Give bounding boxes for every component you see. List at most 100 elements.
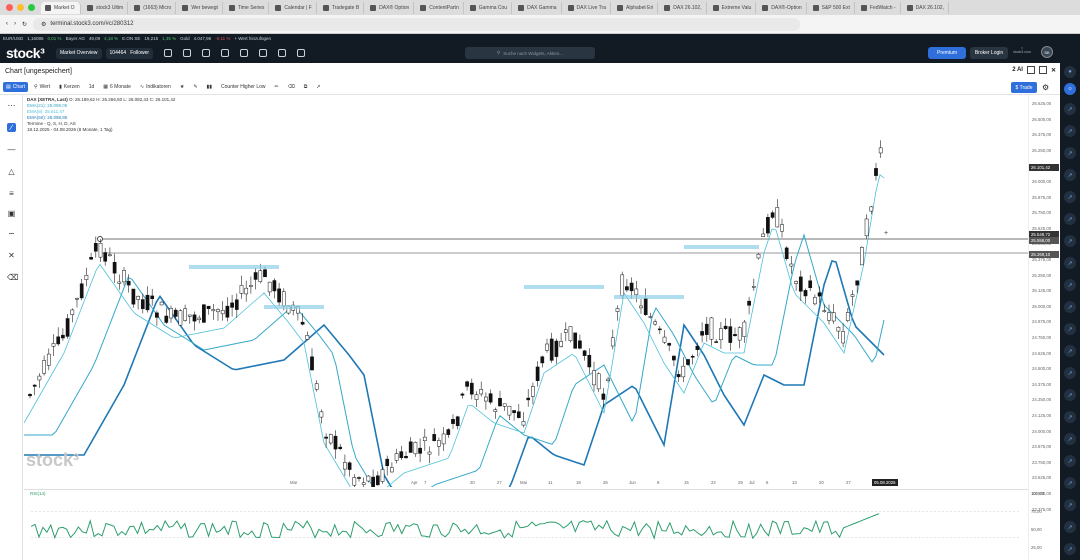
list-icon[interactable] xyxy=(278,49,287,57)
sidebar-arrow-icon[interactable]: ↗ xyxy=(1064,125,1076,137)
fibonacci-icon[interactable]: ≡ xyxy=(7,189,16,198)
ticker-name[interactable]: Gold xyxy=(180,36,190,41)
sidebar-arrow-icon[interactable]: ↗ xyxy=(1064,455,1076,467)
browser-tab[interactable]: DAX®-Option xyxy=(758,1,807,14)
eye-icon[interactable] xyxy=(221,49,230,57)
sidebar-arrow-icon[interactable]: ↗ xyxy=(1064,499,1076,511)
close-icon[interactable]: ✕ xyxy=(1051,67,1056,74)
url-field[interactable]: ⚙ terminal.stock3.com/#c/280312 xyxy=(33,17,800,31)
maximize-icon[interactable] xyxy=(1038,66,1047,74)
gear-icon[interactable]: ⚙ xyxy=(1042,83,1049,92)
candles-button[interactable]: ▮ Kerzen xyxy=(56,82,83,92)
browser-tab[interactable]: DAX Gamma xyxy=(514,1,562,14)
range-button[interactable]: ▦ 6 Monate xyxy=(100,82,134,92)
market-overview-button[interactable]: Market Overview xyxy=(56,47,102,59)
sidebar-arrow-icon[interactable]: ↗ xyxy=(1064,477,1076,489)
sidebar-arrow-icon[interactable]: ↗ xyxy=(1064,103,1076,115)
search-symbol-button[interactable]: ⚲ Wert xyxy=(31,82,53,92)
sidebar-arrow-icon[interactable]: ↗ xyxy=(1064,147,1076,159)
notifications-icon[interactable]: ● xyxy=(1064,66,1076,78)
ticker-name[interactable]: + Wert hinzufügen xyxy=(234,36,271,41)
browser-tab[interactable]: Calendar | F xyxy=(271,1,317,14)
line-tool-icon[interactable]: ∕ xyxy=(7,123,16,132)
followers-badge[interactable]: 104464 Follower xyxy=(105,47,154,59)
browser-tab[interactable]: FedWatch - xyxy=(857,1,901,14)
site-info-icon[interactable]: ⚙ xyxy=(41,21,46,28)
popout-icon[interactable] xyxy=(1026,66,1035,74)
delete-icon[interactable]: ⌫ xyxy=(7,273,18,282)
bell-icon[interactable] xyxy=(202,49,211,57)
briefcase-icon[interactable]: ▣ xyxy=(7,209,16,218)
brush-icon[interactable]: ∽ xyxy=(7,229,16,238)
close-window-button[interactable] xyxy=(6,4,13,11)
premium-button[interactable]: Premium xyxy=(928,47,966,59)
sidebar-arrow-icon[interactable]: ↗ xyxy=(1064,213,1076,225)
browser-tab[interactable]: Extreme Valu xyxy=(709,1,757,14)
price-chart[interactable]: + xyxy=(24,95,1028,487)
search-input[interactable]: ⚲ Suche nach Widgets, Aktien... xyxy=(465,47,595,59)
ticker-name[interactable]: EUR/USD xyxy=(3,36,23,41)
settings-icon[interactable] xyxy=(240,49,249,57)
ticker-name[interactable]: E.ON SE xyxy=(122,36,140,41)
browser-tab[interactable]: S&P 500 Ext xyxy=(809,1,855,14)
stock3-home-link[interactable]: ⌂ stock3.com xyxy=(1011,46,1033,60)
browser-tab[interactable]: Market O xyxy=(41,1,81,14)
rsi-pane[interactable] xyxy=(24,489,1028,560)
browser-tab[interactable]: DAX 26.102, xyxy=(660,1,707,14)
sidebar-arrow-icon[interactable]: ↗ xyxy=(1064,301,1076,313)
triangle-icon[interactable]: △ xyxy=(7,167,16,176)
browser-tab[interactable]: Gamma Cou xyxy=(466,1,513,14)
back-icon[interactable]: ‹ xyxy=(6,21,8,27)
sidebar-arrow-icon[interactable]: ↗ xyxy=(1064,521,1076,533)
browser-tab[interactable]: DAX 26.102, xyxy=(903,1,949,14)
drawing-template-dropdown[interactable]: Counter Higher Low xyxy=(218,82,268,92)
grid-icon[interactable] xyxy=(183,49,192,57)
sidebar-arrow-icon[interactable]: ↗ xyxy=(1064,279,1076,291)
copy-icon[interactable]: ⧉ xyxy=(301,82,311,92)
avatar[interactable]: SK xyxy=(1041,46,1053,58)
star-icon[interactable]: ★ xyxy=(177,82,187,92)
trash-icon[interactable]: ⌫ xyxy=(285,82,298,92)
indicators-button[interactable]: ∿ Indikatoren xyxy=(137,82,174,92)
sidebar-arrow-icon[interactable]: ↗ xyxy=(1064,345,1076,357)
share-icon[interactable]: ➚ xyxy=(313,82,323,92)
layout-icon[interactable] xyxy=(164,49,173,57)
browser-tab[interactable]: Wer bewegt xyxy=(178,1,223,14)
browser-tab[interactable]: DAX Live Tra xyxy=(564,1,611,14)
interval-button[interactable]: 1d xyxy=(86,82,98,92)
sidebar-arrow-icon[interactable]: ↗ xyxy=(1064,543,1076,555)
browser-tab[interactable]: Alphabet Eri xyxy=(613,1,659,14)
sidebar-arrow-icon[interactable]: ↗ xyxy=(1064,169,1076,181)
horizontal-line-icon[interactable]: — xyxy=(7,145,16,154)
chart-button[interactable]: ▤ Chart xyxy=(3,81,28,92)
forward-icon[interactable]: › xyxy=(14,21,16,27)
browser-tab[interactable]: ContentPartn xyxy=(416,1,464,14)
chart-widget-icon[interactable] xyxy=(259,49,268,57)
sidebar-arrow-icon[interactable]: ↗ xyxy=(1064,433,1076,445)
scissors-icon[interactable]: ✕ xyxy=(7,251,16,260)
sidebar-arrow-icon[interactable]: ↗ xyxy=(1064,323,1076,335)
broker-login-button[interactable]: Broker Login xyxy=(970,47,1008,59)
layout-label[interactable]: 2 AI xyxy=(1012,67,1023,73)
browser-tab[interactable]: stock3 Ultim xyxy=(83,1,129,14)
lightbulb-icon[interactable]: ☼ xyxy=(1064,83,1076,95)
pen-icon[interactable]: ✎ xyxy=(190,82,200,92)
sidebar-arrow-icon[interactable]: ↗ xyxy=(1064,191,1076,203)
reload-icon[interactable]: ↻ xyxy=(22,21,27,28)
ticker-name[interactable]: Bayer AG xyxy=(66,36,85,41)
pencil-icon[interactable]: ✏ xyxy=(272,82,282,92)
sidebar-arrow-icon[interactable]: ↗ xyxy=(1064,411,1076,423)
minimize-window-button[interactable] xyxy=(17,4,24,11)
browser-tab[interactable]: Time Series xyxy=(225,1,270,14)
columns-icon[interactable]: ▮▮ xyxy=(204,82,216,92)
trade-button[interactable]: $ Trade xyxy=(1011,82,1037,93)
sidebar-arrow-icon[interactable]: ↗ xyxy=(1064,389,1076,401)
folder-icon[interactable] xyxy=(297,49,306,57)
zoom-window-button[interactable] xyxy=(28,4,35,11)
browser-tab[interactable]: DAX® Option xyxy=(366,1,415,14)
sidebar-arrow-icon[interactable]: ↗ xyxy=(1064,235,1076,247)
more-icon[interactable]: ⋯ xyxy=(7,101,16,110)
browser-tab[interactable]: (1663) Micro xyxy=(130,1,177,14)
sidebar-arrow-icon[interactable]: ↗ xyxy=(1064,367,1076,379)
browser-tab[interactable]: Tradegate B xyxy=(319,1,365,14)
